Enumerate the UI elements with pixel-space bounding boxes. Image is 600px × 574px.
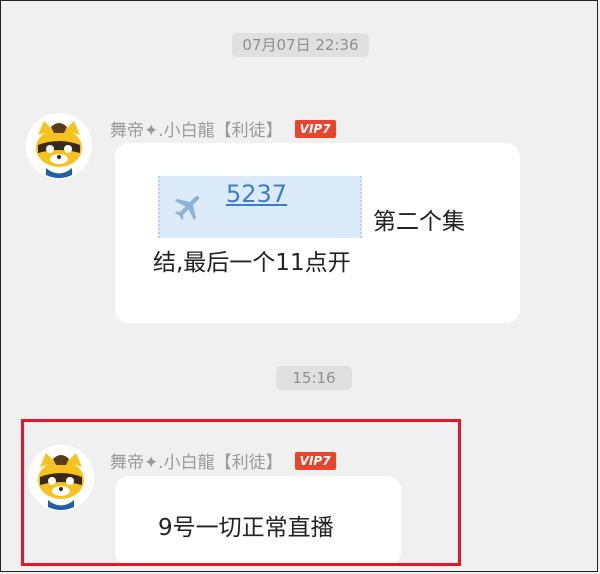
airplane-icon [174, 195, 200, 221]
timestamp-text: 15:16 [292, 369, 336, 387]
highlight-box [21, 419, 461, 566]
avatar[interactable] [26, 113, 92, 179]
vip-badge: VIP7 [294, 119, 336, 138]
message-text-line1: 第二个集 [373, 209, 465, 235]
sender-name[interactable]: 舞帝✦.小白龍【利徒】 [110, 116, 283, 141]
avatar-raccoon-icon [26, 113, 92, 179]
sender-line: 舞帝✦.小白龍【利徒】 VIP7 [110, 116, 336, 141]
timestamp-text: 07月07日 22:36 [242, 36, 359, 54]
flight-number-link[interactable]: 5237 [226, 180, 287, 208]
message-text-line2: 结,最后一个11点开 [153, 250, 351, 276]
timestamp-pill: 15:16 [276, 366, 352, 390]
timestamp-pill: 07月07日 22:36 [232, 33, 369, 57]
